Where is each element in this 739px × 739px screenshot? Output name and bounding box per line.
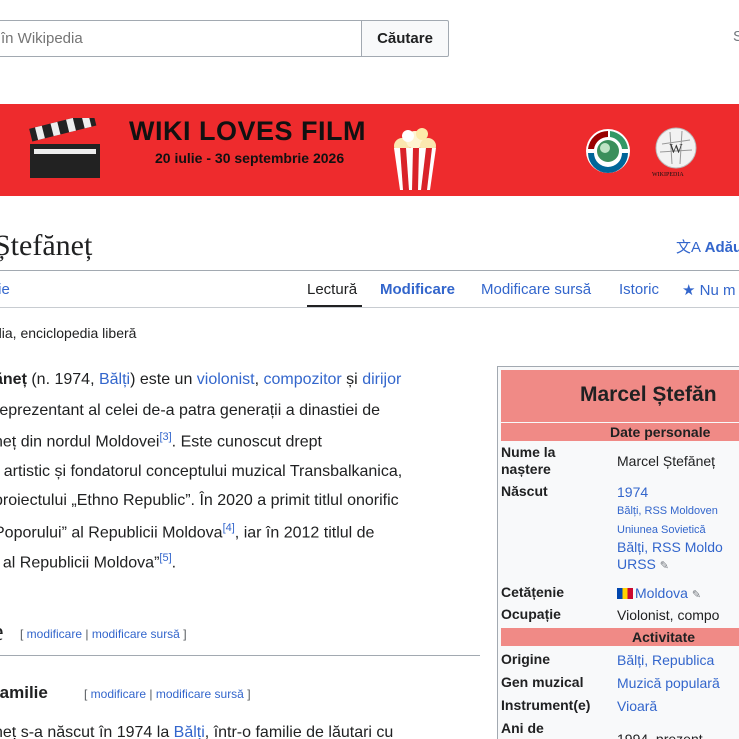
link-balti[interactable]: Bălți	[99, 371, 130, 388]
header-edge-text: S	[733, 28, 739, 45]
title-divider	[0, 270, 739, 271]
link-compozitor[interactable]: compozitor	[263, 371, 341, 388]
ref-5[interactable]: [5]	[159, 552, 171, 564]
translate-icon: 文A	[676, 239, 702, 256]
text: neț s-a născut în 1974 la	[0, 724, 174, 739]
wikipedia-logo-icon: W	[655, 127, 697, 169]
section-heading: e	[0, 617, 4, 647]
banner-title: WIKI LOVES FILM	[129, 116, 366, 146]
lead-line-3: neț din nordul Moldovei[3]. Este cunoscu…	[0, 431, 322, 451]
label-origin: Origine	[501, 651, 551, 667]
label-born: Născut	[501, 483, 548, 499]
infobox-header-personal: Date personale	[610, 424, 711, 440]
lead-line-7: t al Republicii Moldova”[5].	[0, 552, 176, 572]
link-born-country-small[interactable]: Uniunea Sovietică	[617, 524, 706, 536]
link-dirijor[interactable]: dirijor	[362, 371, 401, 388]
tabs-divider	[0, 307, 739, 308]
text: t al Republicii Moldova”	[0, 554, 160, 572]
subsection-heading: familie	[0, 683, 48, 702]
link-born-year[interactable]: 1974	[617, 484, 648, 500]
pencil-icon[interactable]: ✎	[692, 589, 701, 601]
label-occupation: Ocupație	[501, 606, 561, 622]
globe-logo-icon	[586, 129, 630, 173]
lead-line-2: reprezentant al celei de-a patra generaț…	[0, 402, 381, 419]
link-balti-2[interactable]: Bălți	[174, 724, 205, 739]
value-origin: Bălți, Republica	[617, 652, 714, 669]
star-icon: ★	[682, 282, 696, 299]
page-title: Ștefăneț	[0, 229, 93, 262]
value-occupation: Violonist, compo	[617, 607, 720, 623]
svg-text:W: W	[669, 142, 683, 157]
subsection-edit-links: [ modificare | modificare sursă ]	[84, 687, 251, 701]
language-button-label: Adău	[704, 239, 739, 256]
infobox-header-activity: Activitate	[632, 629, 696, 645]
label-citizenship: Cetățenie	[501, 584, 565, 600]
label-birth-name: Nume la naștere	[501, 444, 555, 478]
value-genre: Muzică populară	[617, 675, 720, 692]
value-citizenship: Moldova ✎	[617, 585, 701, 604]
lead-line-4: r artistic și fondatorul conceptului muz…	[0, 463, 403, 480]
value-born: 1974 Bălți, RSS Moldoven Uniunea Sovieti…	[617, 484, 723, 575]
ref-4[interactable]: [4]	[223, 522, 235, 534]
lead-line-1: ăneț (n. 1974, Bălți) este un violonist,…	[0, 371, 401, 389]
value-years: 1994–prezent	[617, 731, 703, 739]
value-instrument: Vioară	[617, 698, 657, 715]
moldova-flag-icon	[617, 588, 633, 599]
text: Poporului” al Republicii Moldova	[0, 524, 223, 542]
text: neț din nordul Moldovei	[0, 433, 160, 451]
language-button[interactable]: 文A Adău	[676, 236, 739, 257]
link-born-place-small[interactable]: Bălți, RSS Moldoven	[617, 505, 718, 517]
campaign-banner[interactable]: WIKI LOVES FILM 20 iulie - 30 septembrie…	[0, 104, 739, 196]
subject-name: ăneț	[0, 371, 27, 388]
tab-history[interactable]: Istoric	[619, 281, 659, 298]
link-born-place[interactable]: Bălți, RSS Moldo	[617, 539, 723, 555]
label-genre: Gen muzical	[501, 674, 584, 690]
link-violonist[interactable]: violonist	[197, 371, 255, 388]
body-line: neț s-a născut în 1974 la Bălți, într-o …	[0, 724, 393, 739]
subsection-edit-link[interactable]: modificare	[91, 687, 146, 701]
lead-line-5: proiectului „Ethno Republic”. În 2020 a …	[0, 492, 399, 509]
pencil-icon[interactable]: ✎	[660, 560, 669, 572]
ref-3[interactable]: [3]	[159, 431, 171, 443]
popcorn-icon	[394, 128, 436, 190]
text: ) este un	[130, 371, 197, 388]
infobox: Marcel Ștefăn Date personale Nume la nașt…	[497, 366, 739, 739]
tab-edit-source[interactable]: Modificare sursă	[481, 281, 591, 298]
link-born-country[interactable]: URSS	[617, 556, 656, 572]
section-edit-link[interactable]: modificare	[27, 627, 82, 641]
value-birth-name: Marcel Ștefăneț	[617, 453, 716, 469]
label-years: Ani de	[501, 720, 544, 736]
search-button[interactable]: Căutare	[361, 20, 449, 57]
link-origin[interactable]: Bălți, Republica	[617, 652, 714, 668]
banner-dates: 20 iulie - 30 septembrie 2026	[155, 150, 345, 166]
text: , într-o familie de lăutari cu	[204, 724, 394, 739]
tab-watch[interactable]: ★ Nu m	[682, 281, 735, 299]
text: (n. 1974,	[26, 371, 99, 388]
text: .	[171, 554, 177, 572]
lead-line-6: Poporului” al Republicii Moldova[4], iar…	[0, 522, 374, 542]
link-instrument[interactable]: Vioară	[617, 698, 657, 714]
infobox-header-bar	[501, 628, 739, 646]
label-line: naștere	[501, 461, 551, 477]
search-input[interactable]	[0, 20, 362, 57]
link-genre[interactable]: Muzică populară	[617, 675, 720, 691]
section-edit-source-link[interactable]: modificare sursă	[92, 627, 180, 641]
link-moldova[interactable]: Moldova	[635, 585, 688, 601]
subsection-edit-source-link[interactable]: modificare sursă	[156, 687, 244, 701]
label-instrument: Instrument(e)	[501, 697, 591, 713]
site-tagline: dia, enciclopedia liberă	[0, 325, 137, 341]
infobox-title: Marcel Ștefăn	[580, 383, 717, 406]
wikipedia-logo-text: WIKIPEDIA	[652, 172, 684, 178]
tab-watch-label: Nu m	[699, 282, 736, 299]
section-edit-links: [ modificare | modificare sursă ]	[20, 627, 187, 641]
text: . Este cunoscut drept	[171, 433, 322, 451]
clapperboard-icon	[29, 118, 100, 178]
section-divider	[0, 655, 480, 656]
label-line: Nume la	[501, 444, 556, 460]
tab-edit[interactable]: Modificare	[380, 281, 455, 298]
tab-read[interactable]: Lectură	[307, 281, 357, 298]
text: și	[341, 371, 363, 388]
tab-discussion[interactable]: ție	[0, 281, 10, 298]
text: , iar în 2012 titlul de	[234, 524, 375, 542]
